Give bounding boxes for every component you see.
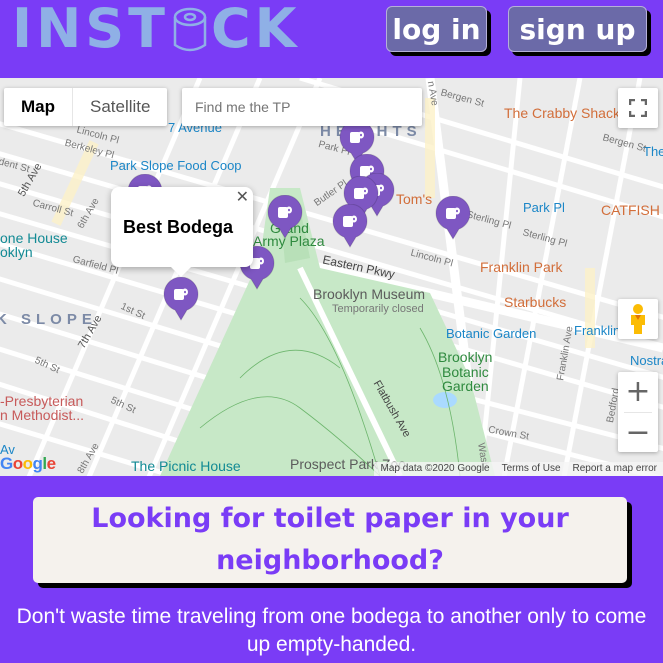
map-label-park-slope: K SLOPE <box>0 311 97 328</box>
close-icon[interactable]: ✕ <box>236 187 249 206</box>
toilet-paper-icon <box>332 203 368 248</box>
hero-subtext: Don't waste time traveling from one bode… <box>16 605 647 656</box>
poi-methodist: n Methodist... <box>0 407 85 423</box>
logo-text-end: CK <box>211 0 301 60</box>
logo-text-start: INST <box>12 0 170 60</box>
station-botanic-garden[interactable]: Botanic Garden <box>446 326 536 341</box>
zoom-in-button[interactable]: + <box>618 372 658 412</box>
search-input[interactable] <box>182 88 422 126</box>
toilet-paper-icon <box>267 194 303 239</box>
poi-starbucks[interactable]: Starbucks <box>504 294 566 310</box>
station-park-pl[interactable]: Park Pl <box>523 200 565 215</box>
map-type-satellite-button[interactable]: Satellite <box>73 88 167 126</box>
poi-brooklyn-museum-status: Temporarily closed <box>332 303 424 315</box>
poi-park-slope-food-coop[interactable]: Park Slope Food Coop <box>110 158 242 173</box>
map-marker[interactable] <box>435 195 471 240</box>
poi-brooklyn-museum[interactable]: Brooklyn Museum <box>313 286 425 302</box>
info-window: Best Bodega ✕ <box>111 187 253 277</box>
toilet-paper-icon <box>163 276 199 321</box>
poi-picnic-house[interactable]: The Picnic House <box>131 458 241 474</box>
map-data-attribution: Map data ©2020 Google <box>380 463 490 474</box>
map-type-map-button[interactable]: Map <box>4 88 73 126</box>
poi-franklin-park[interactable]: Franklin Park <box>480 259 562 275</box>
map-marker[interactable] <box>332 203 368 248</box>
map-marker[interactable] <box>163 276 199 321</box>
hero-headline: Looking for toilet paper in your neighbo… <box>91 503 569 576</box>
street-view-button[interactable] <box>618 299 658 339</box>
poi-catfish[interactable]: CATFISH <box>601 202 660 218</box>
report-map-error-link[interactable]: Report a map error <box>567 462 663 476</box>
info-window-title: Best Bodega <box>123 217 234 237</box>
poi-brooklyn-botanic[interactable]: Brooklyn <box>438 349 492 365</box>
station-nostrand[interactable]: Nostra <box>630 353 663 368</box>
poi-crabby-shack[interactable]: The Crabby Shack <box>504 105 620 121</box>
poi-brooklyn-botanic-3: Garden <box>442 378 489 394</box>
fullscreen-icon <box>629 99 647 117</box>
header: INST CK log in sign up <box>0 0 663 78</box>
zoom-control: + − <box>618 372 658 452</box>
login-button[interactable]: log in <box>386 6 487 52</box>
logo[interactable]: INST CK <box>12 0 301 60</box>
terms-of-use-link[interactable]: Terms of Use <box>496 462 567 476</box>
street-view-pegman-icon <box>631 304 645 334</box>
map-attribution: Map data ©2020 Google Terms of Use Repor… <box>374 462 663 476</box>
map-type-control: Map Satellite <box>4 88 168 126</box>
poi-toms[interactable]: Tom's <box>396 191 432 207</box>
fullscreen-button[interactable] <box>618 88 658 128</box>
poi-stone-house-2: oklyn <box>0 244 33 260</box>
zoom-out-button[interactable]: − <box>618 412 658 452</box>
toilet-paper-roll-icon <box>172 5 208 52</box>
signup-button[interactable]: sign up <box>508 6 647 52</box>
hero-card: Looking for toilet paper in your neighbo… <box>33 497 627 583</box>
map[interactable]: HEIGHTS K SLOPE The Crabby Shack Tom's P… <box>0 78 663 476</box>
station-franklin[interactable]: Franklin <box>574 323 620 338</box>
google-logo[interactable]: Google <box>0 454 56 474</box>
toilet-paper-icon <box>435 195 471 240</box>
map-marker[interactable] <box>267 194 303 239</box>
